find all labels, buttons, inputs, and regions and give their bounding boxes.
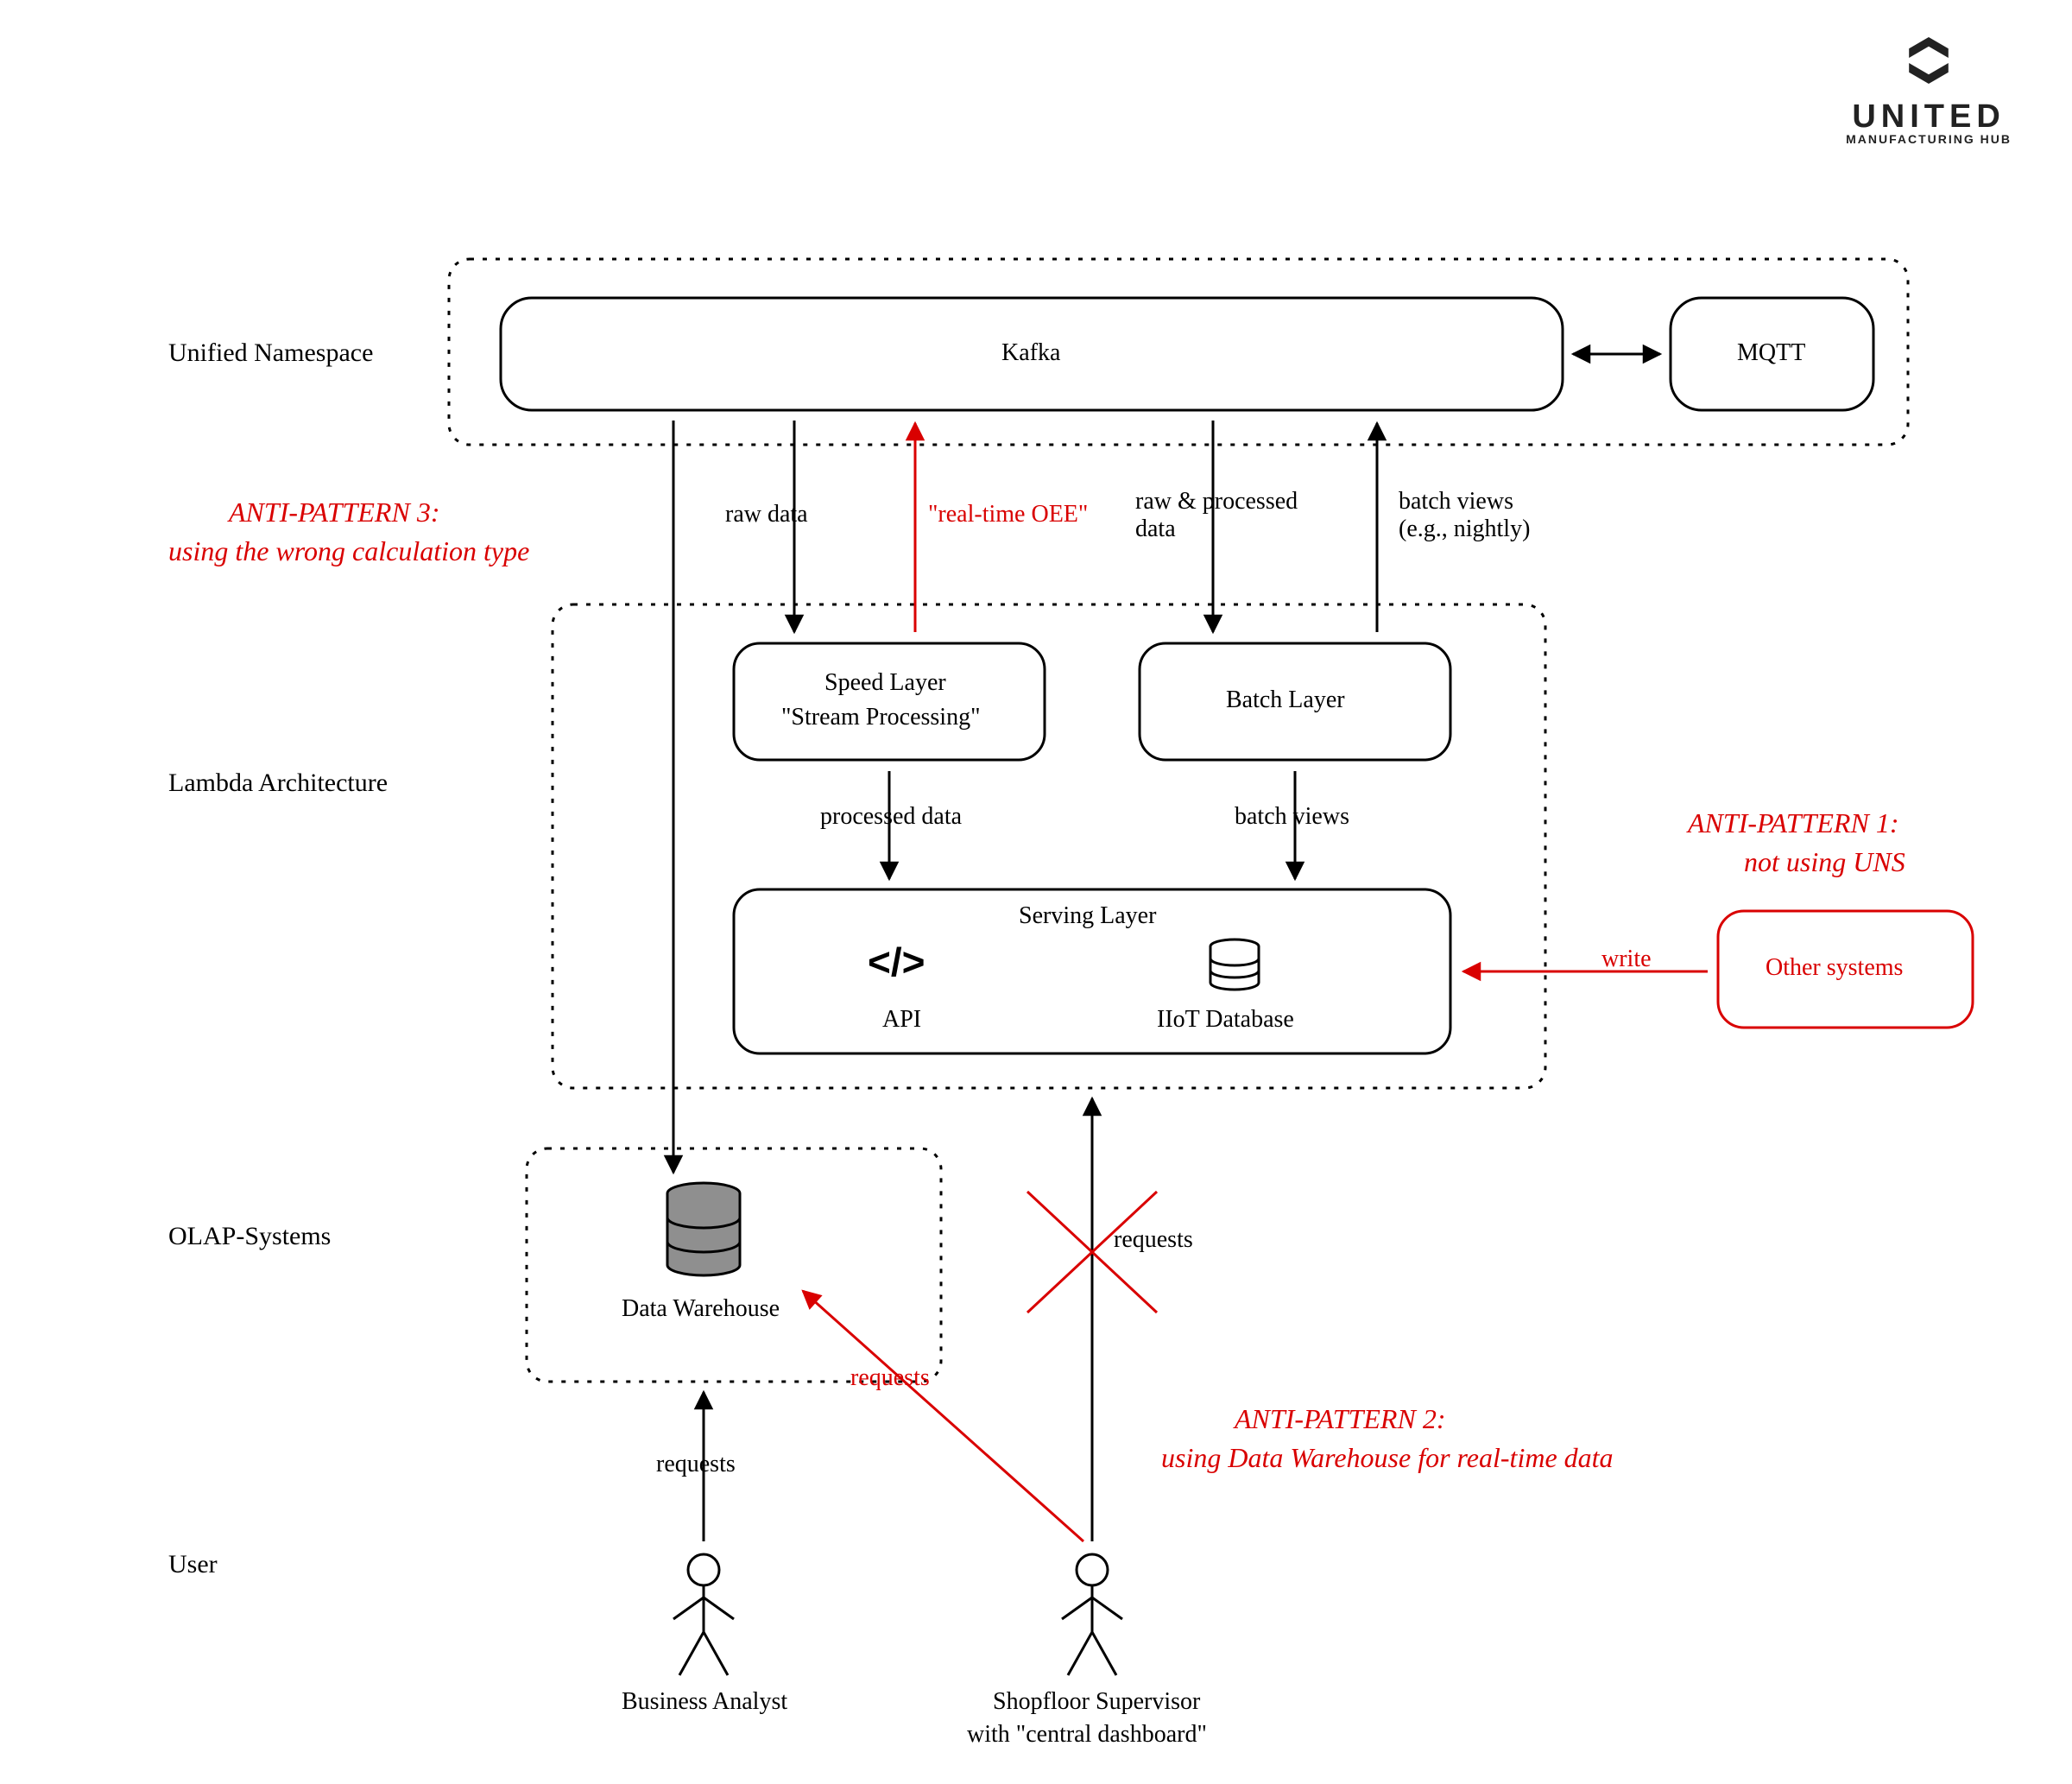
row-label-user: User [168,1550,218,1579]
batch-layer-label: Batch Layer [1226,686,1345,714]
edge-raw-processed: raw & processed data [1135,488,1298,543]
shopfloor-label1: Shopfloor Supervisor [993,1688,1200,1716]
iiot-db-label: IIoT Database [1157,1006,1294,1034]
diagram-canvas: UNITED MANUFACTURING HUB [0,0,2072,1784]
business-analyst-label: Business Analyst [622,1688,787,1716]
antipattern-2-title: ANTI-PATTERN 2: [1235,1403,1445,1435]
serving-layer-label: Serving Layer [1019,902,1156,930]
api-label: API [882,1006,921,1034]
business-analyst-icon [673,1554,734,1675]
edge-write: write [1601,946,1652,973]
database-icon [1210,939,1259,990]
edge-shopfloor-dw-requests: requests [850,1364,930,1392]
arrow-shopfloor-dw [803,1291,1083,1541]
api-icon: </> [868,939,925,984]
speed-layer-label1: Speed Layer [824,669,946,697]
data-warehouse-icon [667,1183,740,1275]
edge-shopfloor-requests: requests [1114,1226,1193,1254]
edge-batch-views: batch views [1235,803,1349,831]
speed-layer-label2: "Stream Processing" [781,704,981,731]
edge-batch-views-nightly: batch views (e.g., nightly) [1399,488,1530,543]
shopfloor-supervisor-icon [1062,1554,1122,1675]
row-label-unified-namespace: Unified Namespace [168,338,373,368]
antipattern-1-title: ANTI-PATTERN 1: [1688,807,1898,839]
data-warehouse-label: Data Warehouse [622,1295,780,1323]
mqtt-label: MQTT [1737,339,1805,367]
row-label-lambda: Lambda Architecture [168,769,388,798]
edge-ba-requests: requests [656,1451,736,1478]
kafka-label: Kafka [1001,339,1060,367]
diagram-svg: </> [0,0,2072,1784]
speed-layer-box [734,643,1045,760]
antipattern-3-title: ANTI-PATTERN 3: [229,497,439,528]
shopfloor-label2: with "central dashboard" [967,1721,1207,1749]
other-systems-label: Other systems [1766,954,1903,982]
antipattern-3-body: using the wrong calculation type [168,535,529,567]
antipattern-1-body: not using UNS [1744,846,1905,878]
antipattern-2-body: using Data Warehouse for real-time data [1161,1442,1614,1474]
edge-realtime-oee: "real-time OEE" [928,501,1088,528]
svg-text:</>: </> [868,939,925,984]
edge-raw-data: raw data [725,501,808,528]
row-label-olap: OLAP-Systems [168,1222,331,1251]
edge-processed-data: processed data [820,803,962,831]
